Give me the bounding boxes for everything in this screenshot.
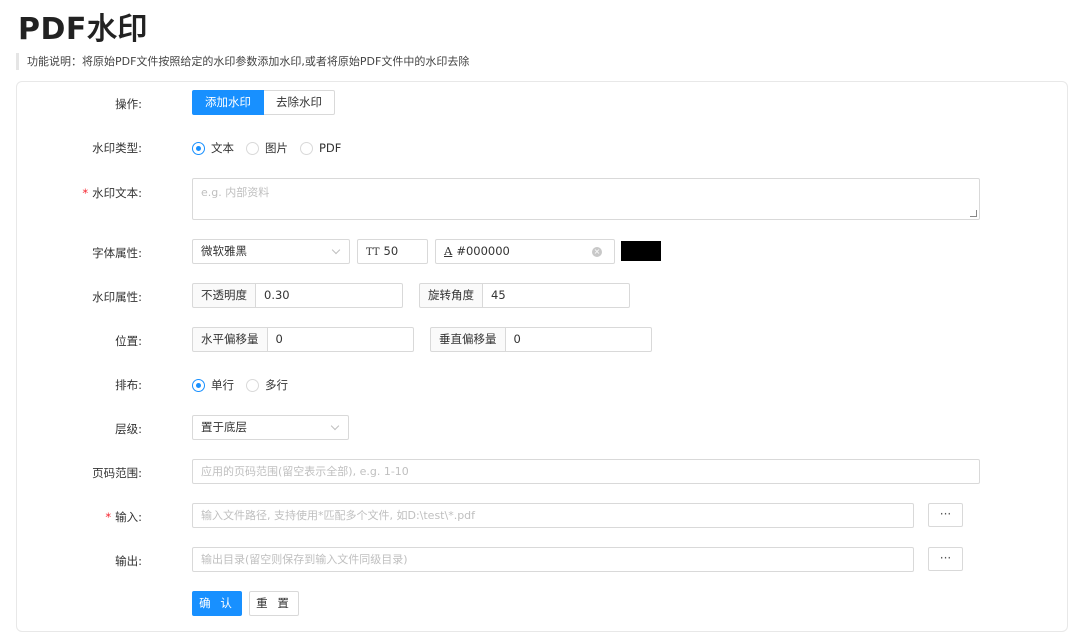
font-size-value: 50 [383,244,399,258]
watermark-text-label-wrap: * 水印文本: [60,185,142,201]
output-dir-placeholder: 输出目录(留空则保存到输入文件同级目录) [201,553,408,566]
opacity-input-group: 不透明度 0.30 [192,283,403,308]
opacity-input[interactable]: 0.30 [256,283,403,308]
radio-dot-checked[interactable] [192,141,205,155]
layer-select[interactable]: 置于底层 [192,415,349,440]
reset-button[interactable]: 重 置 [249,591,299,616]
required-mark: * [82,186,89,200]
position-label: 位置: [115,334,142,348]
operation-label: 操作: [115,97,142,111]
clear-icon[interactable]: × [592,247,602,257]
opacity-addon: 不透明度 [192,283,256,308]
font-attr-label: 字体属性: [92,246,142,260]
font-size-icon: TT [366,247,380,258]
output-label: 输出: [115,554,142,568]
watermark-text-label: 水印文本: [92,186,142,200]
watermark-attr-label: 水印属性: [92,290,142,304]
watermark-text-area[interactable]: e.g. 内部资料 [192,178,980,220]
page-range-placeholder: 应用的页码范围(留空表示全部), e.g. 1-10 [201,465,409,478]
input-label-wrap: * 输入: [60,509,142,525]
rotation-addon: 旋转角度 [419,283,483,308]
remove-watermark-button[interactable]: 去除水印 [264,90,335,115]
radio-dot[interactable] [300,141,313,155]
h-offset-addon: 水平偏移量 [192,327,268,352]
page-range-input[interactable]: 应用的页码范围(留空表示全部), e.g. 1-10 [192,459,980,484]
chevron-down-icon [330,421,340,431]
input-path-placeholder: 输入文件路径, 支持使用*匹配多个文件, 如D:\test\*.pdf [201,509,476,522]
radio-pdf-label: PDF [319,141,342,155]
page-range-label: 页码范围: [92,466,142,480]
radio-single-line[interactable]: 单行 [192,377,234,393]
font-color-input[interactable]: A #000000 × [435,239,615,264]
radio-text-label: 文本 [211,141,234,155]
page-title: PDF水印 [18,12,148,47]
radio-dot-checked[interactable] [192,378,205,392]
radio-image-label: 图片 [265,141,288,155]
h-offset-input[interactable]: 0 [267,327,414,352]
radio-multi-line[interactable]: 多行 [246,377,288,393]
rotation-input-group: 旋转角度 45 [419,283,630,308]
required-mark: * [105,510,112,524]
rotation-input[interactable]: 45 [483,283,630,308]
v-offset-input-group: 垂直偏移量 0 [430,327,652,352]
font-family-select[interactable]: 微软雅黑 [192,239,350,264]
input-path-field[interactable]: 输入文件路径, 支持使用*匹配多个文件, 如D:\test\*.pdf [192,503,914,528]
watermark-type-radio-group: 文本 图片 PDF [192,140,353,156]
radio-image[interactable]: 图片 [246,140,288,156]
font-color-value: #000000 [456,244,510,258]
font-family-value: 微软雅黑 [201,244,247,258]
layout-label: 排布: [115,378,142,392]
font-size-input[interactable]: TT 50 [357,239,428,264]
radio-single-line-label: 单行 [211,378,234,392]
output-dir-field[interactable]: 输出目录(留空则保存到输入文件同级目录) [192,547,914,572]
h-offset-input-group: 水平偏移量 0 [192,327,414,352]
radio-multi-line-label: 多行 [265,378,288,392]
page-description: 功能说明：将原始PDF文件按照给定的水印参数添加水印,或者将原始PDF文件中的水… [16,53,469,70]
output-browse-button[interactable]: ··· [928,547,963,571]
watermark-text-placeholder: e.g. 内部资料 [201,186,270,199]
input-label: 输入: [115,510,142,524]
input-browse-button[interactable]: ··· [928,503,963,527]
chevron-down-icon [331,245,341,255]
v-offset-input[interactable]: 0 [505,327,652,352]
confirm-button[interactable]: 确 认 [192,591,242,616]
layer-label: 层级: [115,422,142,436]
v-offset-addon: 垂直偏移量 [430,327,506,352]
color-swatch[interactable] [621,241,661,261]
layer-value: 置于底层 [201,420,247,434]
radio-dot[interactable] [246,141,259,155]
radio-pdf[interactable]: PDF [300,141,341,155]
resize-handle-icon[interactable] [970,210,977,217]
add-watermark-button[interactable]: 添加水印 [192,90,264,115]
radio-text[interactable]: 文本 [192,140,234,156]
watermark-type-label: 水印类型: [92,141,142,155]
layout-radio-group: 单行 多行 [192,377,300,393]
operation-button-group: 添加水印 去除水印 [192,90,335,115]
font-color-icon: A [444,244,453,258]
radio-dot[interactable] [246,378,259,392]
